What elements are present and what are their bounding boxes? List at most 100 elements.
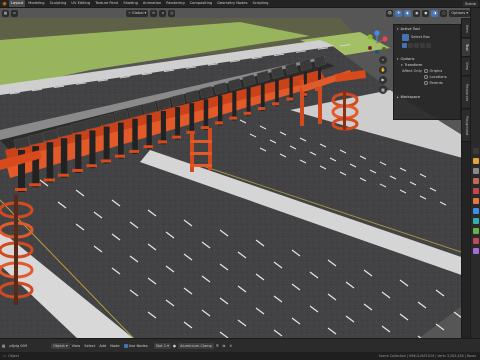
workspace-tab[interactable]: Sculpting <box>48 0 69 7</box>
material-name-field[interactable]: Aluminium Clamp <box>178 342 214 349</box>
sidebar-tabs: Item Tool View Resources Playground <box>461 18 471 338</box>
material-sphere-icon[interactable]: ● <box>171 342 178 349</box>
status-left: Object <box>8 354 19 358</box>
workspace-tab[interactable]: Layout <box>9 0 26 7</box>
mode-subtract-icon[interactable] <box>414 42 419 48</box>
shading-material-icon[interactable]: ◑ <box>431 9 439 17</box>
parents-checkbox[interactable] <box>424 81 428 85</box>
blender-logo-icon[interactable]: ◉ <box>1 1 8 7</box>
mode-invert-icon[interactable] <box>420 42 425 48</box>
slot-dropdown[interactable]: Slot 1 ▾ <box>153 342 171 349</box>
pivot-icon[interactable]: ⊙ <box>150 9 158 17</box>
pillar-base <box>86 164 97 168</box>
options-label: Options <box>451 10 466 15</box>
data-properties-icon[interactable] <box>473 228 479 234</box>
menu-select[interactable]: Select <box>82 342 97 349</box>
orientation-icon: ⊹ <box>128 10 132 15</box>
sidebar-panel: ▾ Active Tool Select Box ▾ Options ▾ Transf… <box>393 24 461 120</box>
canopy-pillar <box>246 87 251 116</box>
canopy-pillar <box>260 83 265 112</box>
canopy-pillar <box>132 118 138 154</box>
modifier-properties-icon[interactable] <box>473 208 479 214</box>
pillar-base <box>286 97 293 101</box>
workspace-tab[interactable]: Geometry Nodes <box>215 0 249 7</box>
world-properties-icon[interactable] <box>473 188 479 194</box>
gizmo-toggle-icon[interactable]: ✣ <box>395 9 403 17</box>
pillar-base <box>200 126 209 130</box>
options-dropdown[interactable]: Options ▾ <box>449 9 470 17</box>
workspace-tab[interactable]: Compositing <box>188 0 215 7</box>
xray-icon[interactable]: ▣ <box>413 9 421 17</box>
locations-checkbox[interactable] <box>424 75 428 79</box>
material-properties-icon[interactable] <box>473 238 479 244</box>
canopy-pillar <box>218 95 223 126</box>
new-material-icon[interactable]: ⧉ <box>221 342 228 349</box>
shader-editor-header: ▦ pfjzig 009 Object ▾ View Select Add No… <box>0 338 480 352</box>
workspace-tab[interactable]: UV Editing <box>69 0 92 7</box>
canopy-pillar <box>160 110 166 145</box>
canopy-pillar <box>46 142 54 183</box>
pan-icon[interactable]: ✋ <box>379 66 387 74</box>
mode-new-icon[interactable] <box>402 42 407 48</box>
menu-node[interactable]: Node <box>108 342 121 349</box>
shading-rendered-icon[interactable]: ○ <box>440 9 448 17</box>
output-properties-icon[interactable] <box>473 168 479 174</box>
select-mode-icon[interactable]: ▭ <box>11 9 18 17</box>
status-right: Scene Collection | K96.G-MAT.019 | Verts… <box>378 354 476 358</box>
physics-properties-icon[interactable] <box>473 218 479 224</box>
pillar-base <box>43 178 55 182</box>
workspace-tab[interactable]: Texture Paint <box>93 0 120 7</box>
workspace-tab[interactable]: Modeling <box>26 0 46 7</box>
navigation-gizmo[interactable] <box>364 30 390 56</box>
snap-icon[interactable]: ∩ <box>159 9 167 17</box>
top-menubar: ◉ Layout Modeling Sculpting UV Editing T… <box>0 0 480 8</box>
use-nodes-toggle[interactable]: Use Nodes <box>122 342 150 349</box>
perspective-toggle-icon[interactable]: ▦ <box>379 86 387 94</box>
pillar-base <box>143 145 153 149</box>
workspace-tab[interactable]: Scripting <box>250 0 270 7</box>
editor-type-icon[interactable]: ▦ <box>2 9 9 17</box>
workspace-tab[interactable]: Shading <box>121 0 140 7</box>
select-box-icon <box>402 33 409 41</box>
active-tool-row[interactable]: Select Box <box>397 32 457 42</box>
pillar-base <box>215 121 223 125</box>
fake-user-icon[interactable]: ⛨ <box>214 342 221 349</box>
workspace-tab[interactable]: Animation <box>141 0 163 7</box>
pillar-base <box>157 140 167 144</box>
shading-solid-icon[interactable]: ● <box>422 9 430 17</box>
menu-view[interactable]: View <box>70 342 83 349</box>
use-nodes-label: Use Nodes <box>128 343 148 348</box>
unlink-icon[interactable]: ✕ <box>227 342 234 349</box>
origins-checkbox[interactable] <box>424 69 428 73</box>
canopy-pillar <box>189 103 195 135</box>
transform-orientation-dropdown[interactable]: ⊹ Global ▾ <box>126 9 149 17</box>
pillar-base <box>172 135 181 139</box>
pillar-base <box>129 149 139 153</box>
mode-extend-icon[interactable] <box>408 42 413 48</box>
gizmo-x-icon <box>382 36 388 42</box>
section-workspace[interactable]: ▸ Workspace <box>397 94 457 100</box>
object-properties-icon[interactable] <box>473 198 479 204</box>
zoom-icon[interactable]: ⌕ <box>379 56 387 64</box>
menu-add[interactable]: Add <box>97 342 108 349</box>
proportional-edit-icon[interactable]: ◎ <box>168 9 176 17</box>
viewport-header: ▦ ▭ ⊹ Global ▾ ⊙ ∩ ◎ 👁 ✣ ◐ ▣ ● ◑ ○ Option… <box>0 8 470 18</box>
workspace-tab[interactable]: Rendering <box>164 0 186 7</box>
mode-intersect-icon[interactable] <box>426 42 431 48</box>
camera-view-icon[interactable]: ▶ <box>379 76 387 84</box>
chevron-down-icon: ▾ <box>397 27 399 31</box>
parents-label: Parents <box>429 81 443 85</box>
object-mode-label: Object <box>53 343 65 348</box>
status-bar: ▭ Object Scene Collection | K96.G-MAT.01… <box>0 352 480 360</box>
texture-properties-icon[interactable] <box>473 248 479 254</box>
render-properties-icon[interactable] <box>473 158 479 164</box>
pillar-base <box>29 183 41 187</box>
scene-properties-icon[interactable] <box>473 178 479 184</box>
object-dropdown[interactable]: Object ▾ <box>51 342 70 349</box>
editor-type-icon[interactable]: ▦ <box>0 342 7 349</box>
slot-label: Slot 1 <box>155 343 167 348</box>
visibility-icon[interactable]: 👁 <box>386 9 394 17</box>
overlay-toggle-icon[interactable]: ◐ <box>404 9 412 17</box>
scene-selector[interactable]: Scene <box>463 0 478 7</box>
tool-properties-icon[interactable] <box>473 148 479 154</box>
